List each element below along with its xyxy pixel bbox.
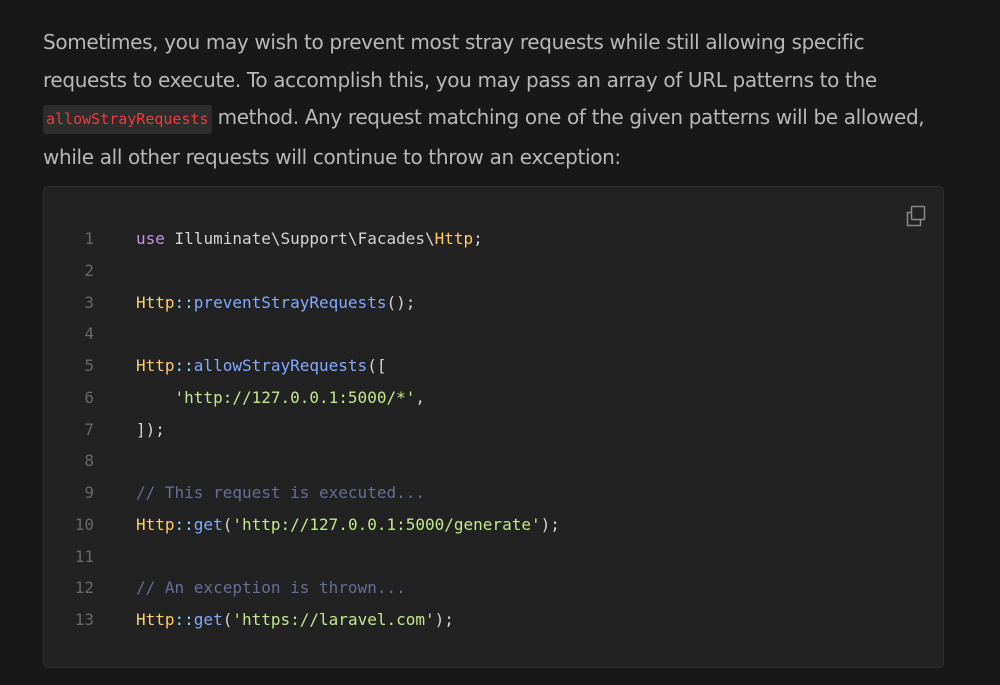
code-lines: 1 use Illuminate\Support\Facades\Http; 2 3 H… [44,223,943,636]
line-number: 2 [84,260,94,280]
code-token: ); [434,610,454,629]
code-line: 13 Http::get('https://laravel.com'); [44,604,943,636]
code-line: 3 Http::preventStrayRequests(); [44,287,943,319]
code-line-content: // An exception is thrown... [136,572,406,604]
code-token: :: [174,610,194,629]
code-token: Http [136,292,175,312]
code-token: // This request is executed... [136,483,425,502]
code-token: ([ [367,356,387,375]
code-line: 7]); [44,414,943,446]
code-token: , [415,387,425,407]
code-line: 12 // An exception is thrown... [44,572,943,604]
code-token: ]); [136,419,165,439]
code-token: 'http://127.0.0.1:5000/*' [174,387,416,407]
code-token: get [193,610,223,629]
line-number: 5 [84,356,94,375]
code-token: Illuminate\Support\Facades\ [164,229,435,248]
code-line-content: ]); [136,414,165,446]
code-token: Http [136,356,175,375]
code-line: 5 Http::allowStrayRequests([ [44,350,943,382]
code-line: 2 [44,255,943,287]
code-token: // An exception is thrown... [136,578,406,598]
code-token: ( [222,610,233,629]
description-paragraph: Sometimes, you may wish to prevent most … [43,24,953,176]
line-number: 7 [84,419,94,439]
code-line-content: // This request is executed... [136,477,425,509]
inline-code-allowStrayRequests: allowStrayRequests [43,105,212,134]
line-number: 10 [74,514,94,534]
line-number: 3 [84,292,94,312]
code-line: 11 [44,541,943,573]
code-token: (); [386,292,416,312]
line-number: 4 [84,324,94,344]
code-token: preventStrayRequests [193,292,387,312]
code-line-content: Http::get('http://127.0.0.1:5000/generat… [136,509,560,541]
paragraph-text-before: Sometimes, you may wish to prevent most … [43,30,877,92]
code-token: ; [473,229,483,248]
code-token: allowStrayRequests [193,356,368,375]
code-token: :: [174,292,194,312]
code-line-content: Http::get('https://laravel.com'); [136,604,454,636]
code-token: Http [136,514,175,534]
code-line-content: Http::preventStrayRequests(); [136,287,415,319]
line-number: 1 [84,229,94,248]
line-number: 12 [74,578,94,598]
code-block: 1 use Illuminate\Support\Facades\Http; 2 3 H… [43,186,944,668]
line-number: 11 [74,546,94,566]
line-number: 6 [84,387,94,407]
code-line: 4 [44,318,943,350]
code-line: 9 // This request is executed... [44,477,943,509]
code-token: 'http://127.0.0.1:5000/generate' [232,514,541,534]
line-number: 8 [84,451,94,471]
code-token: get [193,514,223,534]
code-line: 8 [44,445,943,477]
code-token: 'https://laravel.com' [232,610,435,629]
code-line-content: use Illuminate\Support\Facades\Http; [136,223,483,255]
code-token: :: [174,514,194,534]
code-line-content: 'http://127.0.0.1:5000/*', [136,382,425,414]
code-token: ); [540,514,560,534]
code-line: 10 Http::get('http://127.0.0.1:5000/gener… [44,509,943,541]
code-line-content: Http::allowStrayRequests([ [136,350,386,382]
line-number: 13 [74,610,94,629]
code-line: 6 'http://127.0.0.1:5000/*', [44,382,943,414]
code-token: Http [434,229,474,248]
code-token: Http [136,610,175,629]
code-token: ( [222,514,233,534]
code-line: 1 use Illuminate\Support\Facades\Http; [44,223,943,255]
line-number: 9 [84,483,94,502]
code-token: :: [174,356,194,375]
code-token: use [136,229,165,248]
